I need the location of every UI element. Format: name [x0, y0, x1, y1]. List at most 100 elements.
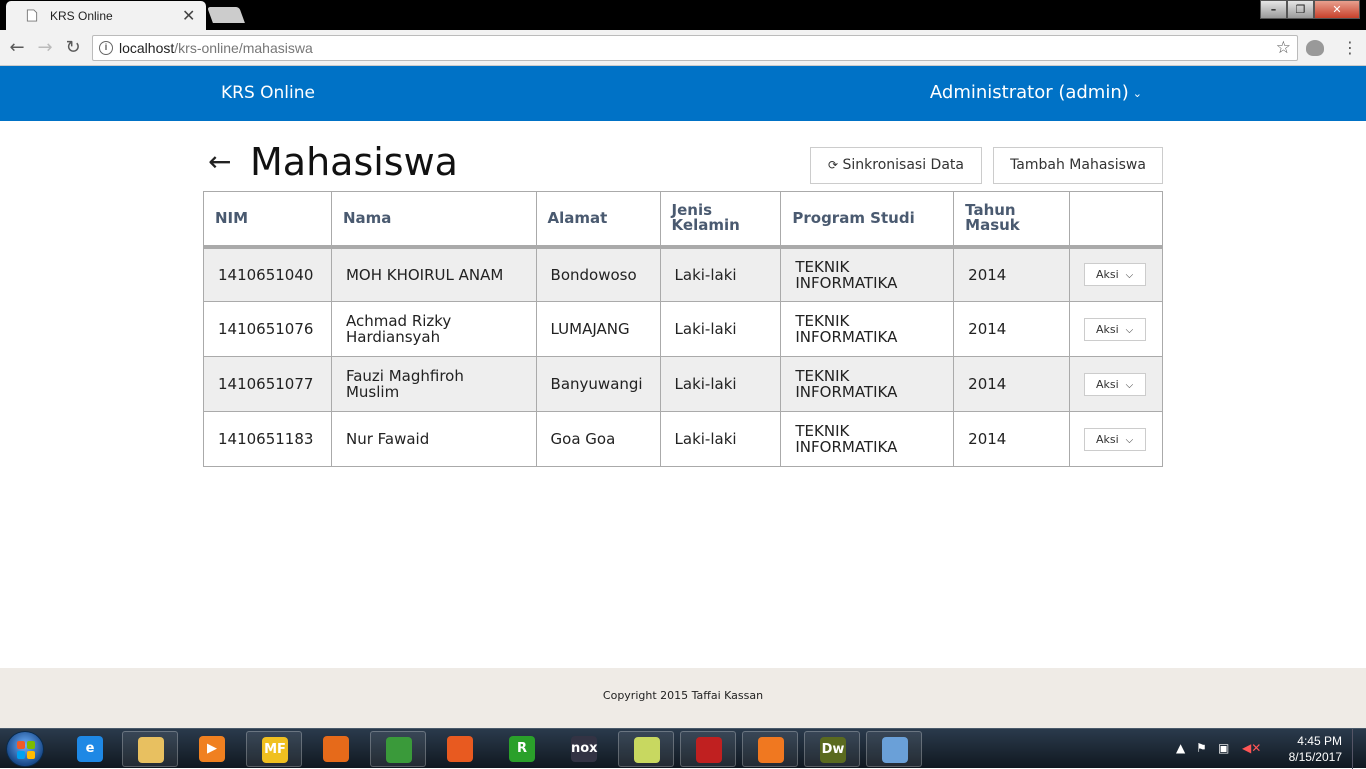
- table-row: 1410651183 Nur Fawaid Goa Goa Laki-laki TEKN…: [203, 411, 1164, 467]
- mediafire-icon: MF: [262, 737, 288, 763]
- chevron-down-icon: ⌄: [1132, 86, 1142, 100]
- nim-cell: 1410651076: [203, 301, 332, 357]
- dreamweaver-icon: Dw: [820, 737, 846, 763]
- browser-menu-icon[interactable]: ⋮: [1342, 38, 1358, 58]
- new-tab-button[interactable]: [207, 7, 245, 23]
- column-header-program-studi[interactable]: Program Studi: [780, 191, 955, 249]
- taskbar-r-app[interactable]: R: [494, 731, 550, 767]
- extension-icon[interactable]: [1306, 40, 1324, 56]
- jenis-kelamin-cell: Laki-laki: [659, 411, 782, 467]
- aksi-dropdown-button[interactable]: Aksi ⌵: [1083, 317, 1146, 341]
- actions-cell: Aksi ⌵: [1068, 246, 1164, 302]
- taskbar-media-player[interactable]: ▶: [184, 731, 240, 767]
- filezilla-icon: [696, 737, 722, 763]
- taskbar-openvpn[interactable]: [432, 731, 488, 767]
- back-arrow-icon[interactable]: ←: [208, 147, 231, 177]
- column-header-tahun-masuk[interactable]: Tahun Masuk: [953, 191, 1070, 249]
- action-center-flag-icon[interactable]: ⚑: [1196, 741, 1207, 755]
- aksi-dropdown-button[interactable]: Aksi ⌵: [1083, 372, 1146, 396]
- nim-cell: 1410651183: [203, 411, 332, 467]
- xampp-icon: [758, 737, 784, 763]
- aksi-dropdown-button[interactable]: Aksi ⌵: [1083, 427, 1146, 451]
- maximize-button[interactable]: ❐: [1287, 0, 1314, 19]
- firefox-icon: [323, 736, 349, 762]
- table-row: 1410651040 MOH KHOIRUL ANAM Bondowoso Laki-…: [203, 246, 1164, 302]
- copyright-text: Copyright 2015 Taffai Kassan: [602, 689, 764, 702]
- browser-tab[interactable]: KRS Online ✕: [6, 1, 206, 30]
- back-arrow-icon[interactable]: ←: [6, 37, 28, 59]
- column-header-nama[interactable]: Nama: [330, 191, 537, 249]
- taskbar-file-explorer[interactable]: [122, 731, 178, 767]
- actions-cell: Aksi ⌵: [1068, 356, 1164, 412]
- chevron-down-icon: ⌵: [1125, 270, 1134, 282]
- clock[interactable]: 4:45 PM 8/15/2017: [1289, 733, 1342, 765]
- sync-icon: ⟳: [828, 158, 839, 172]
- paint-icon: [882, 737, 908, 763]
- taskbar-xampp[interactable]: [742, 731, 798, 767]
- media-player-icon: ▶: [199, 736, 225, 762]
- page-title: Mahasiswa: [250, 140, 458, 184]
- start-button[interactable]: [6, 731, 44, 767]
- show-desktop-button[interactable]: [1352, 729, 1366, 769]
- network-icon[interactable]: ▣: [1218, 741, 1229, 755]
- actions-cell: Aksi ⌵: [1068, 411, 1164, 467]
- tray-expand-icon[interactable]: ▲: [1176, 741, 1185, 755]
- chrome-icon: [386, 737, 412, 763]
- tahun-masuk-cell: 2014: [953, 301, 1070, 357]
- minimize-button[interactable]: –: [1260, 0, 1287, 19]
- taskbar-nox[interactable]: nox: [556, 731, 612, 767]
- chevron-down-icon: ⌵: [1125, 379, 1134, 391]
- nama-cell: Nur Fawaid: [330, 411, 537, 467]
- nox-icon: nox: [571, 736, 598, 762]
- aksi-dropdown-button[interactable]: Aksi ⌵: [1083, 263, 1146, 287]
- user-name: Administrator (admin): [929, 82, 1129, 103]
- nim-cell: 1410651040: [203, 246, 332, 302]
- column-header-jenis-kelamin[interactable]: Jenis Kelamin: [659, 191, 782, 249]
- forward-arrow-icon[interactable]: →: [34, 37, 56, 59]
- alamat-cell: Banyuwangi: [535, 356, 661, 412]
- add-student-button[interactable]: Tambah Mahasiswa: [993, 147, 1163, 184]
- alamat-cell: Bondowoso: [535, 246, 661, 302]
- page-icon: [26, 9, 38, 22]
- taskbar-sticky-notes[interactable]: [618, 731, 674, 767]
- table-row: 1410651076 Achmad Rizky Hardiansyah LUMAJA…: [203, 301, 1164, 357]
- clock-time: 4:45 PM: [1297, 734, 1342, 748]
- alamat-cell: Goa Goa: [535, 411, 661, 467]
- program-studi-cell: TEKNIK INFORMATIKA: [780, 246, 955, 302]
- taskbar-firefox[interactable]: [308, 731, 364, 767]
- volume-muted-icon[interactable]: ◀✕: [1242, 741, 1261, 755]
- page-header: ← Mahasiswa ⟳ Sinkronisasi Data Tambah M…: [203, 140, 1163, 186]
- taskbar-mediafire[interactable]: MF: [246, 731, 302, 767]
- column-header-nim[interactable]: NIM: [203, 191, 332, 249]
- taskbar-chrome[interactable]: [370, 731, 426, 767]
- nama-cell: Achmad Rizky Hardiansyah: [330, 301, 537, 357]
- tahun-masuk-cell: 2014: [953, 356, 1070, 412]
- column-header-alamat[interactable]: Alamat: [535, 191, 661, 249]
- user-menu[interactable]: Administrator (admin) ⌄: [930, 82, 1142, 103]
- chevron-down-icon: ⌵: [1125, 434, 1134, 446]
- table-row: 1410651077 Fauzi Maghfiroh Muslim Banyuwan…: [203, 356, 1164, 412]
- clock-date: 8/15/2017: [1288, 750, 1342, 764]
- url-text: localhost/krs-online/mahasiswa: [119, 40, 313, 56]
- info-icon[interactable]: i: [99, 41, 113, 55]
- close-window-button[interactable]: ✕: [1314, 0, 1360, 19]
- taskbar-dreamweaver[interactable]: Dw: [804, 731, 860, 767]
- tab-close-icon[interactable]: ✕: [182, 6, 195, 26]
- taskbar-paint[interactable]: [866, 731, 922, 767]
- brand-link[interactable]: KRS Online: [221, 83, 315, 103]
- actions-cell: Aksi ⌵: [1068, 301, 1164, 357]
- taskbar-filezilla[interactable]: [680, 731, 736, 767]
- bookmark-star-icon[interactable]: ☆: [1276, 38, 1291, 58]
- program-studi-cell: TEKNIK INFORMATIKA: [780, 356, 955, 412]
- reload-icon[interactable]: ↻: [62, 37, 84, 59]
- nim-cell: 1410651077: [203, 356, 332, 412]
- sticky-notes-icon: [634, 737, 660, 763]
- jenis-kelamin-cell: Laki-laki: [659, 301, 782, 357]
- nama-cell: Fauzi Maghfiroh Muslim: [330, 356, 537, 412]
- address-bar[interactable]: i localhost/krs-online/mahasiswa ☆: [92, 35, 1298, 61]
- taskbar-internet-explorer[interactable]: e: [62, 731, 118, 767]
- sync-data-button[interactable]: ⟳ Sinkronisasi Data: [810, 147, 982, 184]
- app-navbar: KRS Online Administrator (admin) ⌄: [0, 66, 1366, 121]
- student-table: NIM Nama Alamat Jenis Kelamin Program St…: [203, 191, 1164, 467]
- file-explorer-icon: [138, 737, 164, 763]
